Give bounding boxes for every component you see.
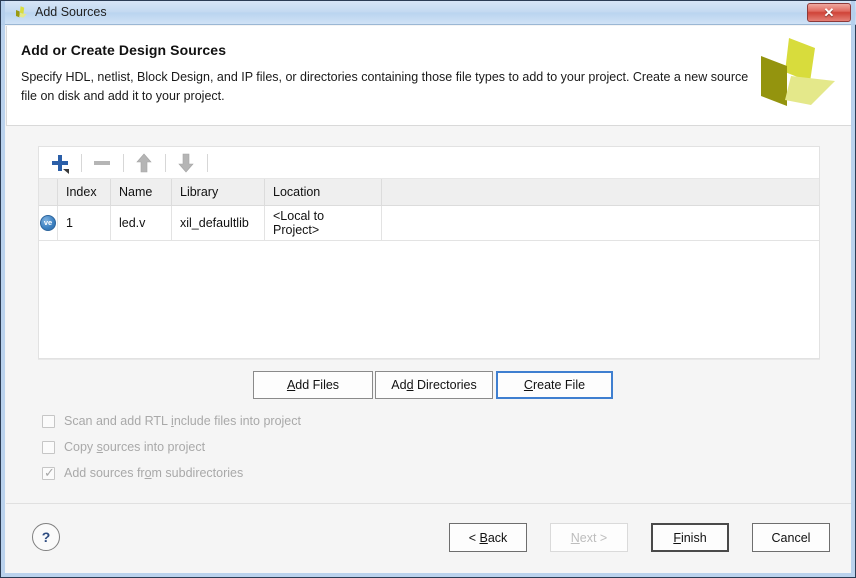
finish-button[interactable]: Finish (651, 523, 729, 552)
toolbar-separator (165, 154, 166, 172)
finish-label: Finish (673, 530, 707, 545)
table-header-index[interactable]: Index (57, 179, 111, 206)
checkbox-box-checked: ✓ (42, 465, 55, 480)
table-cell-filler (381, 205, 819, 241)
table-cell-location: <Local to Project> (264, 205, 382, 241)
remove-source-button[interactable] (89, 150, 115, 176)
page-description: Specify HDL, netlist, Block Design, and … (21, 70, 749, 103)
add-directories-label: Add Directories (391, 378, 477, 392)
table-header-icon[interactable] (39, 179, 58, 206)
toolbar-separator (123, 154, 124, 172)
back-label: < Back (468, 530, 508, 545)
cancel-label: Cancel (771, 530, 811, 545)
xilinx-logo-icon (13, 5, 29, 21)
table-cell-icon: ve (39, 205, 58, 241)
toolbar-separator (81, 154, 82, 172)
table-cell-index: 1 (57, 205, 111, 241)
next-button: Next > (550, 523, 628, 552)
toolbar-separator (207, 154, 208, 172)
add-files-button[interactable]: Add Files (253, 371, 373, 399)
dialog-footer: ? < Back Next > Finish Cancel (6, 503, 852, 575)
page-title: Add or Create Design Sources (21, 42, 227, 58)
create-file-label: Create File (523, 378, 586, 392)
table-header-filler (381, 179, 819, 206)
close-icon: ✕ (823, 5, 835, 20)
table-header-library[interactable]: Library (171, 179, 265, 206)
close-button[interactable]: ✕ (807, 3, 851, 22)
verilog-file-icon: ve (40, 215, 56, 231)
help-button[interactable]: ? (32, 523, 60, 551)
table-cell-library: xil_defaultlib (171, 205, 265, 241)
move-down-button[interactable] (173, 150, 199, 176)
table-cell-name: led.v (110, 205, 172, 241)
back-button[interactable]: < Back (449, 523, 527, 552)
source-list-toolbar (39, 147, 819, 179)
dialog-titlebar[interactable]: Add Sources ✕ (1, 1, 856, 25)
add-subdirectories-label: Add sources from subdirectories (64, 466, 244, 480)
create-file-button[interactable]: Create File (496, 371, 613, 399)
scan-rtl-include-label: Scan and add RTL include files into proj… (64, 414, 301, 428)
source-table: Index Name Library Location ve 1 led.v x… (39, 179, 819, 241)
table-header-name[interactable]: Name (110, 179, 172, 206)
add-sources-dialog: Add Sources ✕ Add or Create Design Sourc… (0, 0, 856, 578)
add-files-label: Add Files (286, 378, 340, 392)
table-header-location[interactable]: Location (264, 179, 382, 206)
add-directories-button[interactable]: Add Directories (375, 371, 493, 399)
source-list-panel: Index Name Library Location ve 1 led.v x… (38, 146, 820, 359)
move-up-button[interactable] (131, 150, 157, 176)
add-sources-button[interactable] (47, 150, 73, 176)
question-mark-icon: ? (41, 529, 51, 545)
dialog-title: Add Sources (35, 5, 107, 19)
cancel-button[interactable]: Cancel (752, 523, 830, 552)
table-row[interactable]: ve 1 led.v xil_defaultlib <Local to Proj… (39, 205, 819, 241)
table-header-row: Index Name Library Location (39, 179, 819, 206)
dialog-header: Add or Create Design Sources Specify HDL… (6, 26, 852, 126)
checkbox-box (42, 441, 55, 454)
checkbox-box (42, 415, 55, 428)
dialog-body: Index Name Library Location ve 1 led.v x… (6, 126, 852, 503)
next-label: Next > (570, 530, 608, 545)
copy-sources-label: Copy sources into project (64, 440, 206, 454)
checkmark-icon: ✓ (44, 465, 55, 480)
xilinx-pinwheel-logo (755, 34, 839, 114)
